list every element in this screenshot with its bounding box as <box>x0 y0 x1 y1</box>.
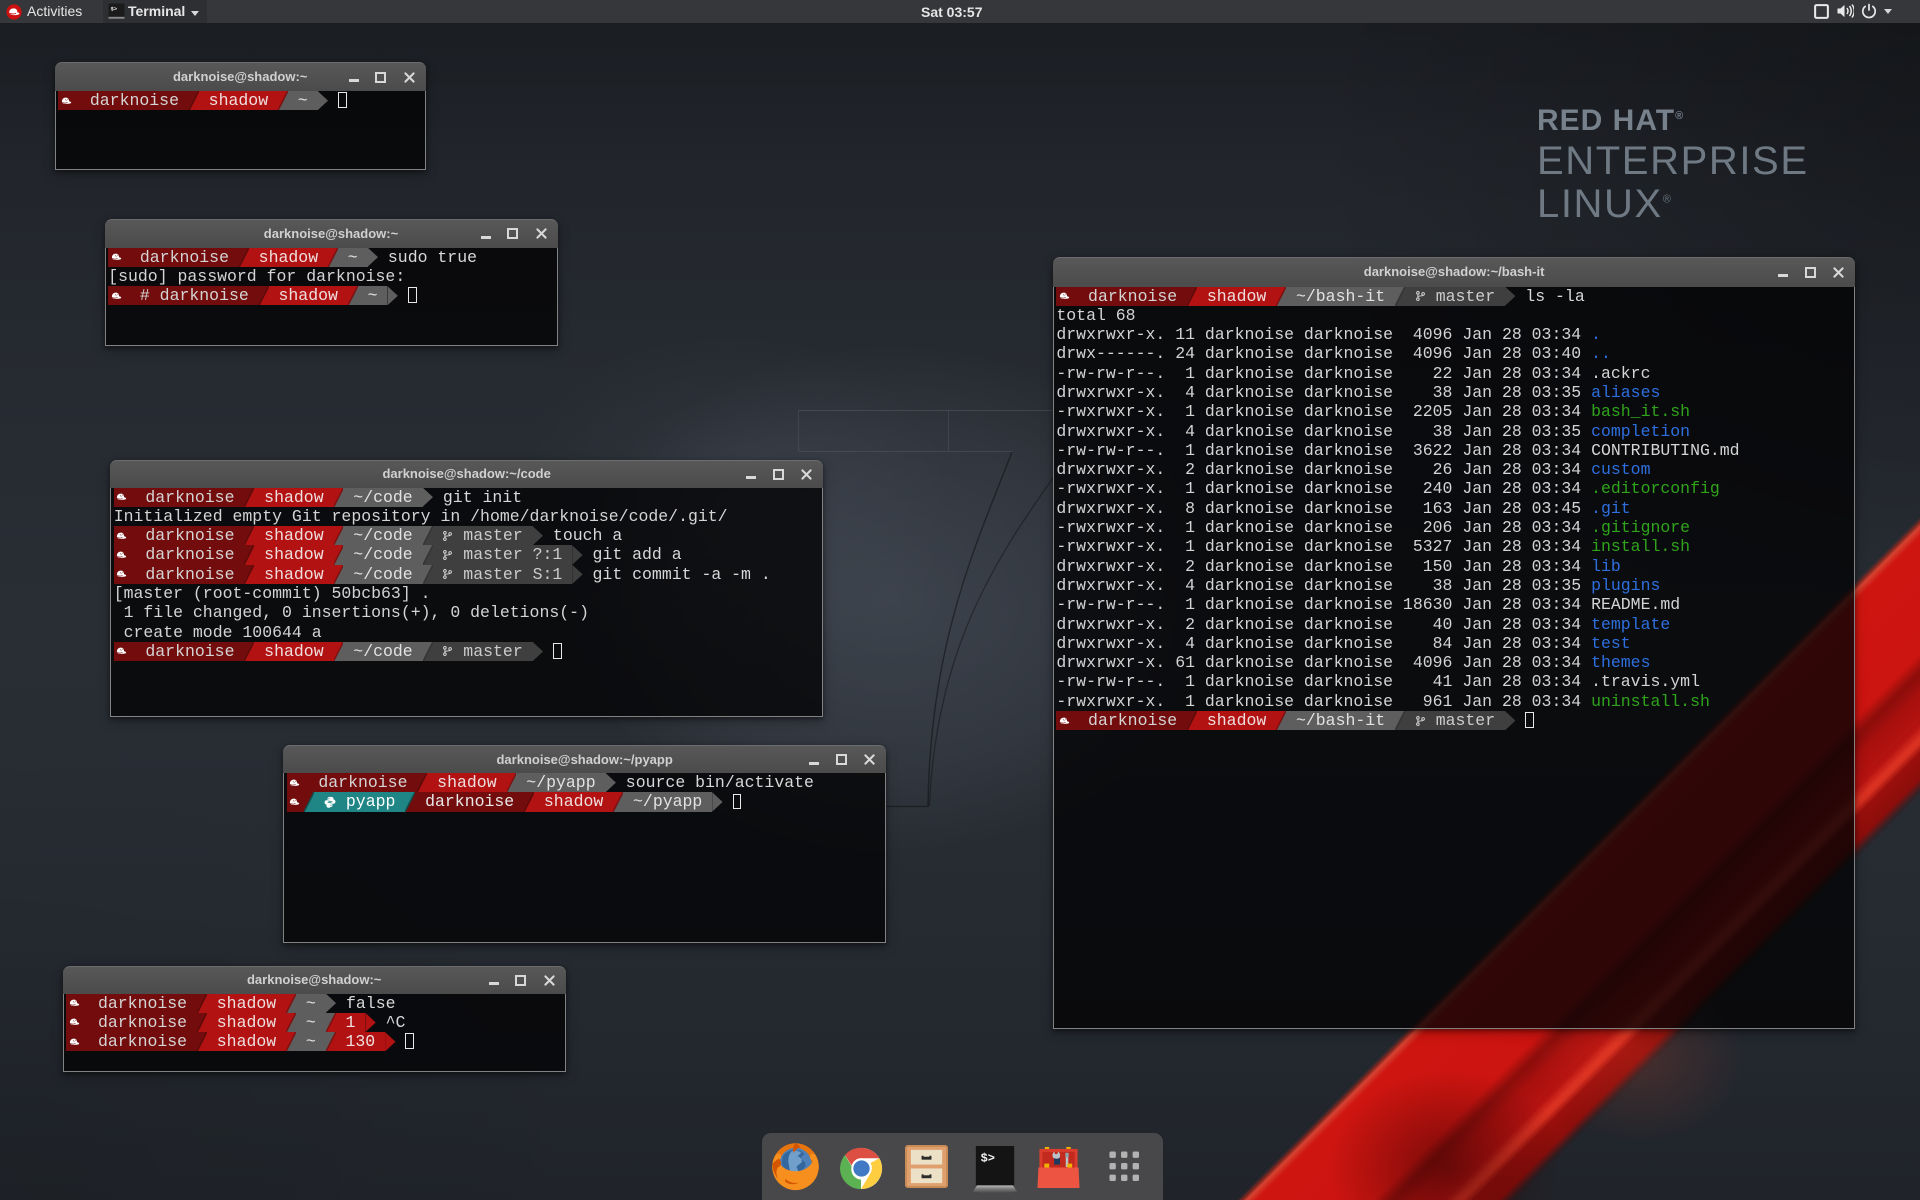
svg-text:$>: $> <box>111 6 117 12</box>
svg-text:$>: $> <box>981 1151 995 1165</box>
